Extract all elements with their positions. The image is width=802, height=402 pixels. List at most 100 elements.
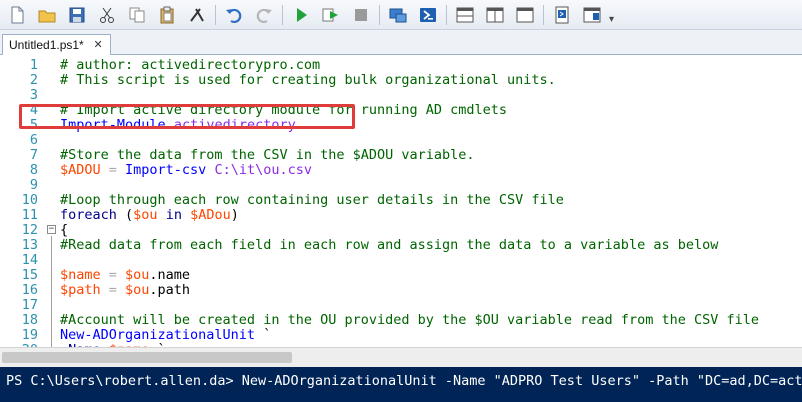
save-icon[interactable] (66, 4, 88, 26)
code-token: # This script is used for creating bulk … (60, 72, 556, 89)
undo-icon[interactable] (223, 4, 245, 26)
close-icon[interactable]: ✕ (94, 35, 103, 55)
code-token: = (100, 267, 126, 284)
tab-strip: Untitled1.ps1* ✕ (0, 30, 802, 55)
line-number: 7 (29, 147, 38, 164)
run-icon[interactable] (290, 4, 312, 26)
line-number: 18 (21, 312, 38, 329)
code-text: #Loop through each row containing user d… (60, 193, 564, 208)
stop-icon[interactable] (350, 4, 372, 26)
redo-icon[interactable] (253, 4, 275, 26)
line-number: 10 (21, 192, 38, 209)
line-number: 11 (21, 207, 38, 224)
line-number: 9 (29, 177, 38, 194)
code-line[interactable]: 14 (0, 253, 802, 268)
code-line[interactable]: 18 #Account will be created in the OU pro… (0, 313, 802, 328)
code-line[interactable]: 8 $ADOU = Import-csv C:\it\ou.csv (0, 163, 802, 178)
line-number: 3 (29, 87, 38, 104)
toolbar: ▾ (0, 0, 802, 30)
scrollbar-thumb[interactable] (2, 352, 292, 363)
toolbar-separator (282, 4, 283, 25)
horizontal-scrollbar[interactable] (0, 347, 802, 367)
code-line[interactable]: 7 #Store the data from the CSV in the $AD… (0, 148, 802, 163)
show-script-pane-icon[interactable] (581, 4, 603, 26)
code-line[interactable]: 11 foreach ($ou in $ADou) (0, 208, 802, 223)
code-text: New-ADOrganizationalUnit ` (60, 328, 271, 343)
command-add-on-icon[interactable] (551, 4, 573, 26)
code-token: = (100, 282, 126, 299)
code-line[interactable]: 15 $name = $ou.name (0, 268, 802, 283)
code-token: New-ADOrganizationalUnit (60, 327, 256, 344)
code-line[interactable]: 17 (0, 298, 802, 313)
code-token: #Read data from each field in each row a… (60, 237, 719, 254)
code-text: $name = $ou.name (60, 268, 190, 283)
layout-top-icon[interactable] (454, 4, 476, 26)
layout-right-icon[interactable] (484, 4, 506, 26)
code-token: in (157, 207, 191, 224)
code-text: # This script is used for creating bulk … (60, 73, 556, 88)
code-token: $name (60, 267, 101, 284)
code-line[interactable]: 16 $path = $ou.path (0, 283, 802, 298)
code-token: $ou (125, 267, 150, 284)
code-token: C:\it\ou.csv (214, 162, 312, 179)
code-token: $ou (133, 207, 158, 224)
line-number: 1 (29, 57, 38, 73)
code-text: { (60, 223, 68, 238)
powershell-icon[interactable] (417, 4, 439, 26)
line-number: 8 (29, 162, 38, 179)
clear-icon[interactable] (186, 4, 208, 26)
line-number: 15 (21, 267, 38, 284)
fold-toggle-icon[interactable]: − (47, 225, 56, 235)
line-number: 13 (21, 237, 38, 254)
code-line[interactable]: 3 (0, 88, 802, 103)
cut-icon[interactable] (96, 4, 118, 26)
copy-icon[interactable] (126, 4, 148, 26)
highlight-annotation (19, 104, 355, 129)
code-line[interactable]: 12−{ (0, 223, 802, 238)
remote-session-icon[interactable] (387, 4, 409, 26)
code-token: $ADou (190, 207, 231, 224)
line-number: 14 (21, 252, 38, 269)
new-file-icon[interactable] (6, 4, 28, 26)
line-number: 12 (21, 222, 38, 239)
console-command-line: PS C:\Users\robert.allen.da> New-ADOrgan… (6, 373, 802, 389)
code-token: foreach (60, 207, 117, 224)
tab-untitled1[interactable]: Untitled1.ps1* ✕ (2, 34, 111, 55)
code-line[interactable]: 6 (0, 133, 802, 148)
code-token: #Loop through each row containing user d… (60, 192, 564, 209)
code-token: $path (60, 282, 101, 299)
code-token: #Account will be created in the OU provi… (60, 312, 759, 329)
code-token: .name (149, 267, 191, 284)
code-token: $ou (125, 282, 150, 299)
open-folder-icon[interactable] (36, 4, 58, 26)
code-text: #Account will be created in the OU provi… (60, 313, 759, 328)
fold-guide-line (51, 236, 52, 347)
line-number: 6 (29, 132, 38, 149)
code-text: $ADOU = Import-csv C:\it\ou.csv (60, 163, 312, 178)
code-line[interactable]: 13 #Read data from each field in each row… (0, 238, 802, 253)
paste-icon[interactable] (156, 4, 178, 26)
line-number: 17 (21, 297, 38, 314)
code-token: # author: activedirectorypro.com (60, 57, 321, 73)
toolbar-overflow-icon[interactable]: ▾ (609, 14, 614, 25)
layout-max-icon[interactable] (514, 4, 536, 26)
code-text: $path = $ou.path (60, 283, 190, 298)
code-line[interactable]: 10 #Loop through each row containing user… (0, 193, 802, 208)
code-text: foreach ($ou in $ADou) (60, 208, 239, 223)
code-line[interactable]: 2 # This script is used for creating bulk… (0, 73, 802, 88)
script-editor[interactable]: 1 # author: activedirectorypro.com 2 # This… (0, 55, 802, 347)
code-line[interactable]: 19 New-ADOrganizationalUnit ` (0, 328, 802, 343)
code-token: ` (255, 327, 272, 344)
console-pane[interactable]: PS C:\Users\robert.allen.da> New-ADOrgan… (0, 367, 802, 402)
line-number: 2 (29, 72, 38, 89)
tab-title: Untitled1.ps1* (9, 38, 84, 52)
run-selection-icon[interactable] (320, 4, 342, 26)
toolbar-separator (446, 4, 447, 25)
code-text: # author: activedirectorypro.com (60, 58, 320, 73)
code-token: $ADOU (60, 162, 101, 179)
code-token: = (100, 162, 126, 179)
toolbar-separator (543, 4, 544, 25)
code-line[interactable]: 9 (0, 178, 802, 193)
code-line[interactable]: 1 # author: activedirectorypro.com (0, 58, 802, 73)
code-text: #Read data from each field in each row a… (60, 238, 718, 253)
